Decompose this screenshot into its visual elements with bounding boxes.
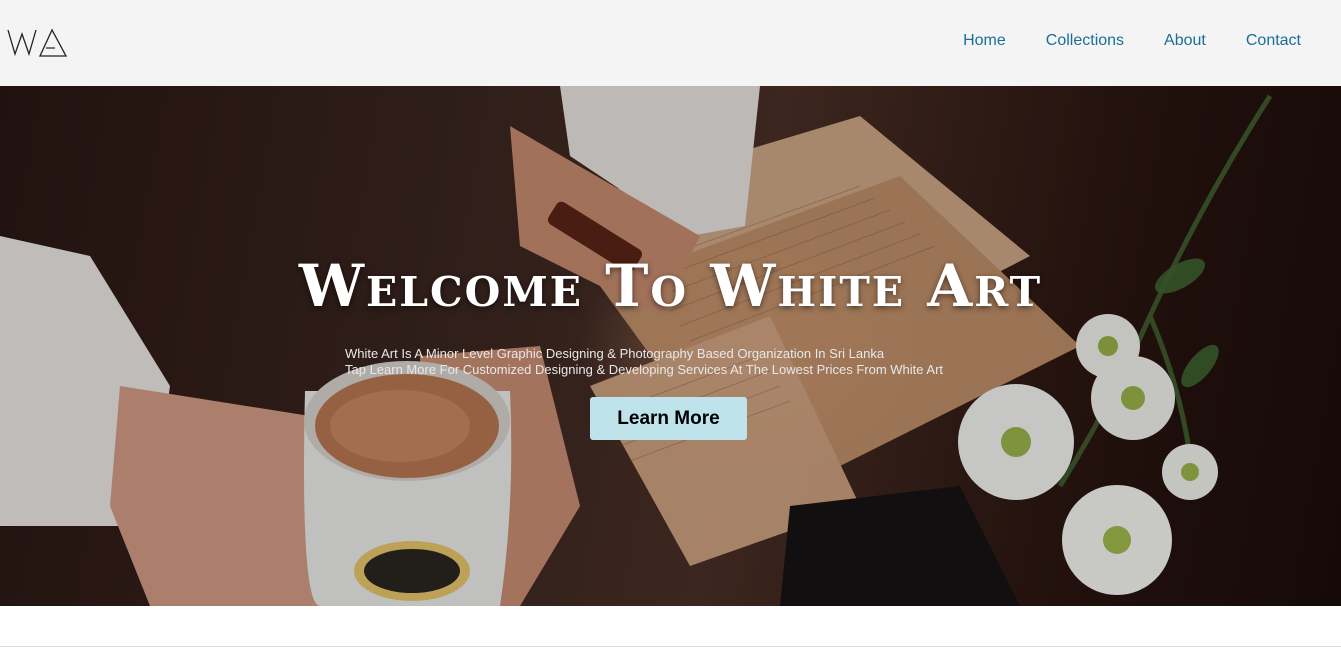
main-nav: Home Collections About Contact — [963, 32, 1301, 50]
white-art-logo-icon[interactable] — [6, 26, 68, 58]
hero-description-line-1: White Art Is A Minor Level Graphic Desig… — [345, 346, 885, 361]
nav-contact-link[interactable]: Contact — [1246, 32, 1301, 50]
nav-about-link[interactable]: About — [1164, 32, 1206, 50]
navbar: Home Collections About Contact — [0, 0, 1341, 86]
divider — [0, 646, 1341, 647]
hero-description: White Art Is A Minor Level Graphic Desig… — [345, 346, 1045, 378]
hero-title: Welcome To White Art — [298, 252, 1043, 320]
learn-more-button[interactable]: Learn More — [590, 397, 747, 440]
nav-home-link[interactable]: Home — [963, 32, 1006, 50]
nav-collections-link[interactable]: Collections — [1046, 32, 1124, 50]
hero-description-line-2: Tap Learn More For Customized Designing … — [345, 362, 944, 377]
page: Home Collections About Contact Welcome T… — [0, 0, 1341, 649]
hero-section: Welcome To White Art White Art Is A Mino… — [0, 86, 1341, 606]
